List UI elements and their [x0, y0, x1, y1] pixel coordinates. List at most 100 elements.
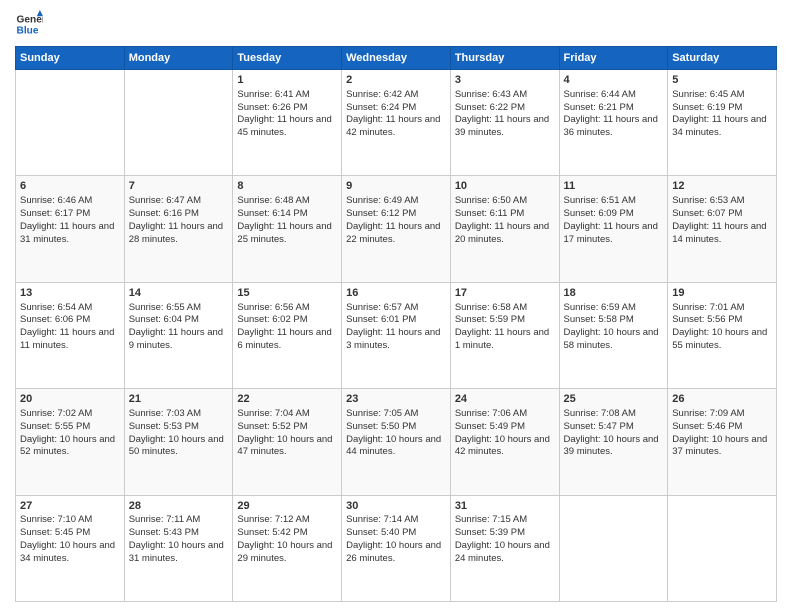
day-number: 1: [237, 73, 337, 88]
day-number: 7: [129, 179, 229, 194]
weekday-header: Thursday: [450, 47, 559, 70]
weekday-header: Sunday: [16, 47, 125, 70]
cell-info: Sunset: 6:16 PM: [129, 208, 199, 219]
day-number: 16: [346, 286, 446, 301]
calendar-cell: 9Sunrise: 6:49 AMSunset: 6:12 PMDaylight…: [342, 176, 451, 282]
day-number: 10: [455, 179, 555, 194]
day-number: 11: [564, 179, 664, 194]
page: General Blue SundayMondayTuesdayWednesda…: [0, 0, 792, 612]
calendar-cell: 4Sunrise: 6:44 AMSunset: 6:21 PMDaylight…: [559, 70, 668, 176]
cell-content: 14Sunrise: 6:55 AMSunset: 6:04 PMDayligh…: [129, 286, 229, 353]
cell-info: Sunset: 5:52 PM: [237, 421, 307, 432]
cell-info: Sunset: 6:17 PM: [20, 208, 90, 219]
cell-content: 21Sunrise: 7:03 AMSunset: 5:53 PMDayligh…: [129, 392, 229, 459]
day-number: 23: [346, 392, 446, 407]
day-number: 25: [564, 392, 664, 407]
cell-info: Daylight: 11 hours and 6 minutes.: [237, 327, 331, 351]
calendar-cell: 19Sunrise: 7:01 AMSunset: 5:56 PMDayligh…: [668, 282, 777, 388]
cell-info: Sunrise: 7:05 AM: [346, 408, 418, 419]
day-number: 6: [20, 179, 120, 194]
cell-info: Sunrise: 6:43 AM: [455, 89, 527, 100]
weekday-header: Friday: [559, 47, 668, 70]
day-number: 15: [237, 286, 337, 301]
cell-info: Daylight: 10 hours and 37 minutes.: [672, 434, 767, 458]
cell-content: 22Sunrise: 7:04 AM Sunset: 5:52 PM Dayligh…: [237, 392, 337, 459]
cell-info: Sunrise: 6:42 AM: [346, 89, 418, 100]
cell-content: 29Sunrise: 7:12 AMSunset: 5:42 PMDayligh…: [237, 499, 337, 566]
cell-info: Sunrise: 6:56 AM: [237, 302, 309, 313]
cell-info: Sunrise: 7:11 AM: [129, 514, 201, 525]
cell-info: Daylight: 11 hours and 45 minutes.: [237, 114, 331, 138]
calendar-cell: 25Sunrise: 7:08 AMSunset: 5:47 PMDayligh…: [559, 389, 668, 495]
day-number: 29: [237, 499, 337, 514]
cell-info: Sunset: 6:01 PM: [346, 314, 416, 325]
cell-info: Daylight: 11 hours and 14 minutes.: [672, 221, 766, 245]
cell-info: Daylight: 11 hours and 22 minutes.: [346, 221, 440, 245]
cell-info: Daylight: 10 hours and 50 minutes.: [129, 434, 224, 458]
cell-content: 11Sunrise: 6:51 AMSunset: 6:09 PMDayligh…: [564, 179, 664, 246]
svg-text:Blue: Blue: [17, 25, 39, 36]
cell-info: Sunset: 6:04 PM: [129, 314, 199, 325]
day-number: 4: [564, 73, 664, 88]
cell-info: Sunrise: 7:14 AM: [346, 514, 418, 525]
cell-info: Sunset: 6:22 PM: [455, 102, 525, 113]
cell-content: 4Sunrise: 6:44 AMSunset: 6:21 PMDaylight…: [564, 73, 664, 140]
cell-info: Sunset: 5:39 PM: [455, 527, 525, 538]
calendar-cell: [668, 495, 777, 601]
calendar-cell: 6Sunrise: 6:46 AMSunset: 6:17 PMDaylight…: [16, 176, 125, 282]
cell-info: Sunrise: 6:55 AM: [129, 302, 201, 313]
cell-info: Daylight: 10 hours and 26 minutes.: [346, 540, 441, 564]
day-number: 24: [455, 392, 555, 407]
cell-info: Sunrise: 6:49 AM: [346, 195, 418, 206]
cell-info: Sunset: 6:06 PM: [20, 314, 90, 325]
day-number: 22: [237, 392, 337, 407]
calendar-week-row: 27Sunrise: 7:10 AMSunset: 5:45 PMDayligh…: [16, 495, 777, 601]
cell-info: Daylight: 10 hours and 34 minutes.: [20, 540, 115, 564]
cell-info: Daylight: 10 hours and 47 minutes.: [237, 434, 332, 458]
cell-content: 28Sunrise: 7:11 AMSunset: 5:43 PMDayligh…: [129, 499, 229, 566]
cell-info: Sunrise: 6:45 AM: [672, 89, 744, 100]
calendar-cell: [124, 70, 233, 176]
cell-info: Daylight: 11 hours and 1 minute.: [455, 327, 549, 351]
cell-info: Sunset: 5:49 PM: [455, 421, 525, 432]
cell-info: Sunset: 6:11 PM: [455, 208, 525, 219]
calendar-cell: 12Sunrise: 6:53 AMSunset: 6:07 PMDayligh…: [668, 176, 777, 282]
cell-info: Daylight: 10 hours and 52 minutes.: [20, 434, 115, 458]
calendar-week-row: 6Sunrise: 6:46 AMSunset: 6:17 PMDaylight…: [16, 176, 777, 282]
calendar-cell: 14Sunrise: 6:55 AMSunset: 6:04 PMDayligh…: [124, 282, 233, 388]
calendar-cell: 27Sunrise: 7:10 AMSunset: 5:45 PMDayligh…: [16, 495, 125, 601]
cell-info: Sunset: 5:50 PM: [346, 421, 416, 432]
calendar-cell: 21Sunrise: 7:03 AMSunset: 5:53 PMDayligh…: [124, 389, 233, 495]
cell-info: Sunrise: 7:10 AM: [20, 514, 92, 525]
cell-info: Daylight: 11 hours and 39 minutes.: [455, 114, 549, 138]
cell-info: Sunrise: 6:48 AM: [237, 195, 309, 206]
cell-content: 10Sunrise: 6:50 AMSunset: 6:11 PMDayligh…: [455, 179, 555, 246]
cell-info: Daylight: 10 hours and 42 minutes.: [455, 434, 550, 458]
cell-info: Sunrise: 7:03 AM: [129, 408, 201, 419]
cell-content: 26Sunrise: 7:09 AMSunset: 5:46 PMDayligh…: [672, 392, 772, 459]
day-number: 19: [672, 286, 772, 301]
cell-content: 25Sunrise: 7:08 AMSunset: 5:47 PMDayligh…: [564, 392, 664, 459]
calendar-header-row: SundayMondayTuesdayWednesdayThursdayFrid…: [16, 47, 777, 70]
cell-info: Sunset: 5:42 PM: [237, 527, 307, 538]
calendar-cell: 11Sunrise: 6:51 AMSunset: 6:09 PMDayligh…: [559, 176, 668, 282]
cell-info: Daylight: 11 hours and 42 minutes.: [346, 114, 440, 138]
cell-info: Sunset: 6:24 PM: [346, 102, 416, 113]
cell-info: Sunrise: 7:04 AM: [237, 408, 309, 419]
cell-info: Sunset: 5:46 PM: [672, 421, 742, 432]
day-number: 12: [672, 179, 772, 194]
cell-content: 1Sunrise: 6:41 AMSunset: 6:26 PMDaylight…: [237, 73, 337, 140]
calendar-cell: [16, 70, 125, 176]
calendar-cell: 1Sunrise: 6:41 AMSunset: 6:26 PMDaylight…: [233, 70, 342, 176]
cell-info: Sunrise: 6:58 AM: [455, 302, 527, 313]
calendar-cell: 22Sunrise: 7:04 AM Sunset: 5:52 PM Dayligh…: [233, 389, 342, 495]
calendar-table: SundayMondayTuesdayWednesdayThursdayFrid…: [15, 46, 777, 602]
weekday-header: Monday: [124, 47, 233, 70]
cell-info: Daylight: 11 hours and 11 minutes.: [20, 327, 114, 351]
cell-info: Sunset: 6:02 PM: [237, 314, 307, 325]
cell-content: 9Sunrise: 6:49 AMSunset: 6:12 PMDaylight…: [346, 179, 446, 246]
calendar-cell: 26Sunrise: 7:09 AMSunset: 5:46 PMDayligh…: [668, 389, 777, 495]
calendar-cell: 5Sunrise: 6:45 AMSunset: 6:19 PMDaylight…: [668, 70, 777, 176]
cell-content: 3Sunrise: 6:43 AMSunset: 6:22 PMDaylight…: [455, 73, 555, 140]
logo: General Blue: [15, 10, 43, 38]
